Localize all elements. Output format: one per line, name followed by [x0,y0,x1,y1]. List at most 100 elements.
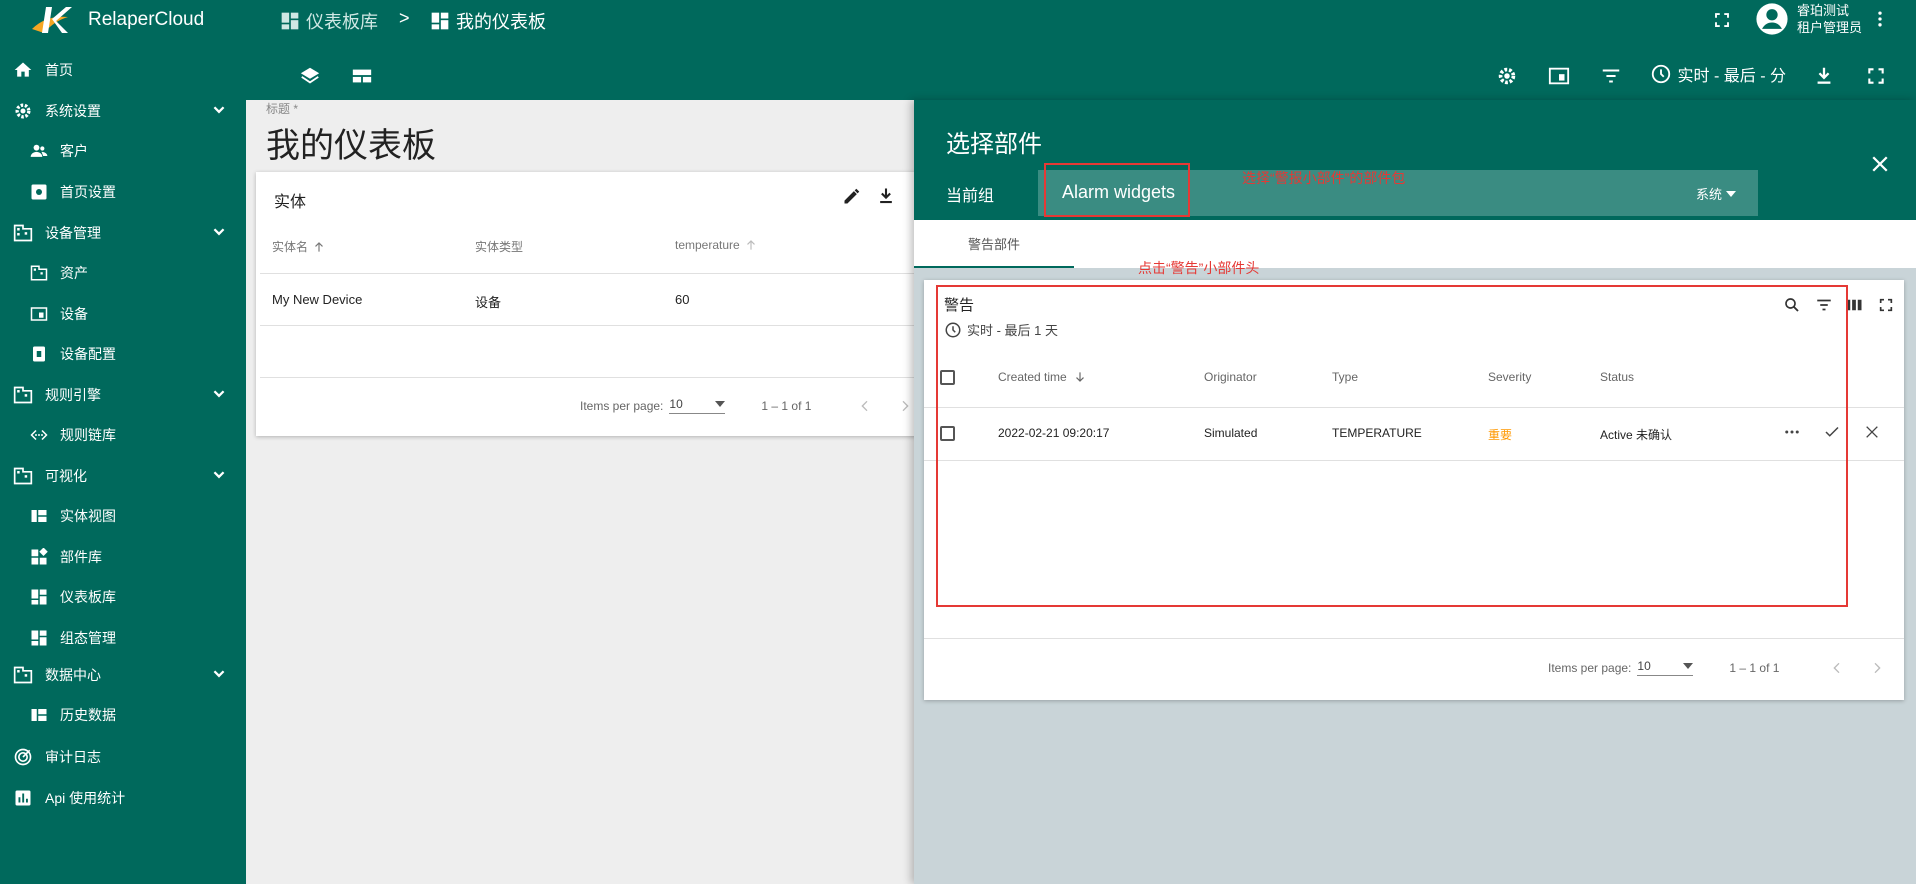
clock-icon [1651,64,1670,84]
layers-icon [300,67,320,84]
dashboard-icon [280,11,300,31]
items-per-page-select[interactable]: 10 [669,397,726,414]
sidebar-item-label: 可视化 [45,468,87,484]
sidebar-item-device-mgmt[interactable]: 设备管理 [0,213,246,253]
widget-fullscreen-button[interactable] [1875,294,1897,316]
devices-icon [1548,67,1570,85]
devices-icon [28,303,50,325]
sidebar-item-customers[interactable]: 客户 [0,131,246,171]
prev-page-icon[interactable] [1829,660,1845,676]
breadcrumb-parent-label: 仪表板库 [306,12,378,32]
cell-temperature: 60 [675,292,690,307]
sidebar-item-devices[interactable]: 设备 [0,294,246,334]
paginator: Items per page: 10 1 – 1 of 1 [1548,659,1885,676]
breadcrumb-current: 我的仪表板 [430,8,546,34]
insert-chart-icon [11,786,35,810]
column-header-name[interactable]: 实体名 [272,238,326,255]
entity-aliases-button[interactable] [1543,60,1575,92]
close-icon [1872,156,1888,172]
sidebar-item-label: 组态管理 [60,630,116,646]
clear-button[interactable] [1860,420,1884,444]
cell-entity-type: 设备 [475,295,502,310]
breadcrumb-current-label: 我的仪表板 [456,12,546,32]
sidebar-item-device-profiles[interactable]: 设备配置 [0,334,246,374]
sidebar-item-data-center[interactable]: 数据中心 [0,655,246,695]
timewindow-button[interactable]: 实时 - 最后 - 分 [1650,62,1786,86]
widgets-icon [28,546,50,568]
domain-icon [11,464,35,488]
sidebar-item-visualization[interactable]: 可视化 [0,456,246,496]
sidebar-item-entity-views[interactable]: 实体视图 [0,496,246,536]
layout-button[interactable] [346,60,378,92]
dashboard-icon [430,11,450,31]
edit-button[interactable] [842,186,862,206]
sidebar-item-label: 首页 [45,62,73,78]
sidebar-item-dashboard-library[interactable]: 仪表板库 [0,577,246,617]
breadcrumb-parent[interactable]: 仪表板库 [280,8,378,34]
entities-table-widget[interactable]: 实体 实体名 实体类型 temperature My New Device 设备… [256,172,956,436]
prev-page-icon[interactable] [857,398,873,414]
sidebar-item-label: 实体视图 [60,508,116,524]
items-per-page-value: 10 [1637,659,1651,673]
chevron-down-icon [208,464,230,486]
fullscreen-icon [1879,298,1893,312]
dashboard-title-input[interactable]: 我的仪表板 [266,118,436,167]
sidebar-item-widget-library[interactable]: 部件库 [0,537,246,577]
sidebar-item-label: 历史数据 [60,707,116,723]
sidebar-item-assets[interactable]: 资产 [0,253,246,293]
dashboard-fullscreen-button[interactable] [1860,60,1892,92]
track-changes-icon [11,745,35,769]
account-circle-icon [1756,3,1788,35]
arrow-up-icon [315,241,323,252]
brand-name: RelaperCloud [88,9,205,30]
sidebar-item-label: 首页设置 [60,184,116,200]
gear-icon [11,99,35,123]
next-page-icon[interactable] [897,398,913,414]
sidebar-item-home-settings[interactable]: 首页设置 [0,172,246,212]
bundle-scope-select[interactable]: 系统 [1696,184,1736,203]
sidebar-item-rule-engine[interactable]: 规则引擎 [0,375,246,415]
annotation-click-header: 点击“警告”小部件头 [1138,260,1260,276]
column-header-type[interactable]: 实体类型 [475,238,523,255]
sidebar-item-home[interactable]: 首页 [0,50,246,90]
logo[interactable]: RelaperCloud [28,2,204,38]
sidebar-item-label: 资产 [60,265,88,281]
sidebar-item-history-data[interactable]: 历史数据 [0,695,246,735]
sidebar-item-label: Api 使用统计 [45,790,126,806]
sidebar-item-api-usage[interactable]: Api 使用统计 [0,778,246,818]
user-menu[interactable]: 睿珀测试 租户管理员 [1755,2,1890,36]
user-name: 睿珀测试 [1796,3,1849,18]
cell-entity-name[interactable]: My New Device [272,292,362,307]
more-vert-icon[interactable] [1870,9,1890,29]
column-header-temperature[interactable]: temperature [675,238,758,252]
sidebar-item-rule-chains[interactable]: 规则链库 [0,415,246,455]
sidebar-item-system-settings[interactable]: 系统设置 [0,91,246,131]
sidebar-item-label: 规则链库 [60,427,116,443]
items-per-page-label: Items per page: [1548,660,1632,675]
settings-button[interactable] [1491,60,1523,92]
fullscreen-button[interactable] [1706,4,1738,36]
sidebar-item-label: 客户 [60,143,88,159]
items-per-page-label: Items per page: [580,398,664,413]
layers-button[interactable] [294,60,326,92]
arrow-up-icon [746,240,755,250]
sidebar-item-audit-log[interactable]: 审计日志 [0,737,246,777]
export-widget-button[interactable] [876,186,896,206]
page-range: 1 – 1 of 1 [761,398,812,413]
filters-button[interactable] [1595,60,1627,92]
tab-alarm-widgets[interactable]: 警告部件 [914,220,1074,268]
settings-box-icon [28,181,50,203]
filter-list-icon [1602,69,1620,83]
fullscreen-icon [1868,68,1884,84]
divider [260,377,956,378]
dropdown-arrow-icon [1683,663,1694,669]
download-icon [880,188,892,204]
sidebar-item-scada-mgmt[interactable]: 组态管理 [0,618,246,658]
sidebar-item-label: 仪表板库 [60,589,116,605]
items-per-page-select[interactable]: 10 [1637,659,1694,676]
close-button[interactable] [1866,150,1894,178]
drawer-title: 选择部件 [946,131,1042,158]
next-page-icon[interactable] [1869,660,1885,676]
domain-icon [11,383,35,407]
export-button[interactable] [1808,60,1840,92]
